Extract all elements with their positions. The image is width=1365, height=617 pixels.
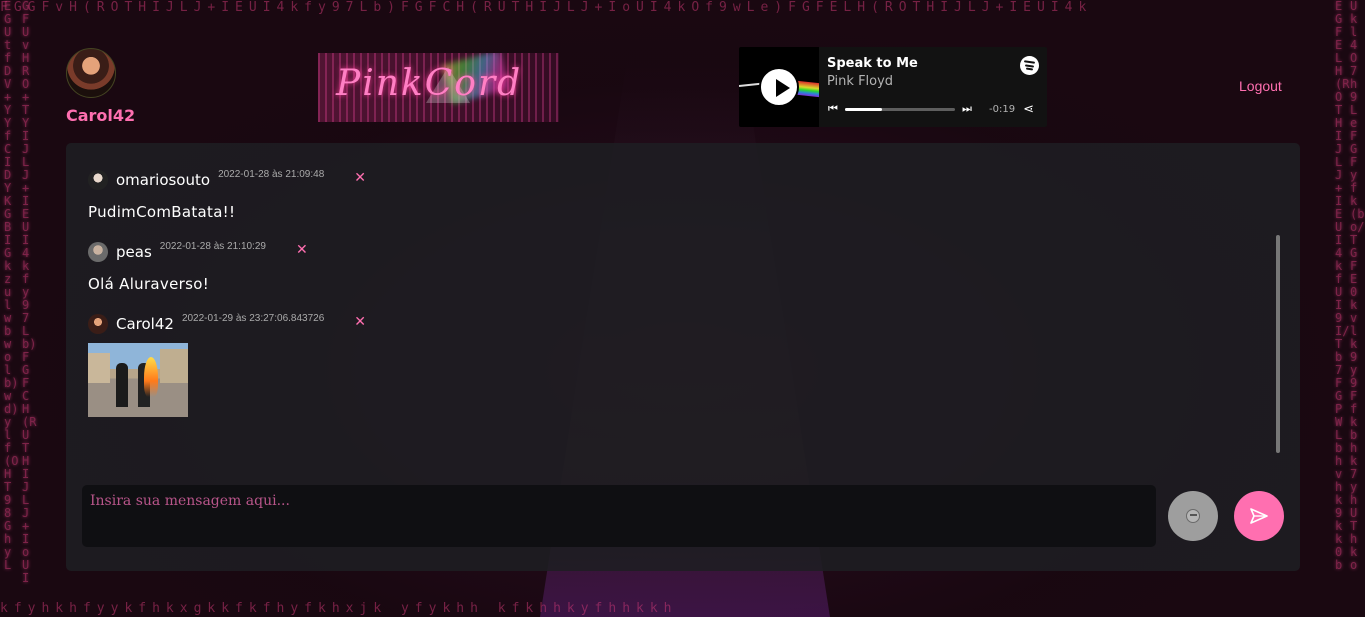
delete-message-icon[interactable]: ✕ (354, 171, 366, 185)
track-title[interactable]: Speak to Me (827, 56, 1039, 71)
spotify-player: Speak to Me Pink Floyd ⏮ ⏭ -0:19 ⋖ (739, 47, 1047, 127)
message-item: peas 2022-01-28 às 21:10:29 ✕ Olá Alurav… (88, 237, 1248, 297)
message-date: 2022-01-28 às 21:10:29 (159, 241, 266, 252)
matrix-rain-row: FGGFvH(ROTHIJLJ+IEUI4kfy97Lb)FGFCH(RUTHI… (0, 0, 1093, 15)
play-icon[interactable] (759, 67, 799, 107)
matrix-rain-column: GFUvHRO+TYIJLJ+IEUI4kfy97Lb)FGFCH(RUTHIJ… (22, 0, 37, 585)
time-remaining: -0:19 (989, 103, 1016, 115)
spotify-icon[interactable] (1020, 56, 1039, 75)
message-date: 2022-01-28 às 21:09:48 (218, 169, 325, 180)
logout-button[interactable]: Logout (1239, 78, 1282, 94)
emoji-icon (1186, 509, 1200, 523)
message-list[interactable]: omariosouto 2022-01-28 às 21:09:48 ✕ Pud… (88, 165, 1248, 429)
sticker-button[interactable] (1168, 491, 1218, 541)
player-controls: ⏮ ⏭ -0:19 ⋖ (827, 102, 1039, 117)
track-artist[interactable]: Pink Floyd (827, 74, 1039, 89)
share-icon[interactable]: ⋖ (1023, 102, 1034, 117)
user-name: Carol42 (66, 106, 136, 125)
message-author: Carol42 (116, 315, 174, 333)
message-date: 2022-01-29 às 23:27:06.843726 (181, 313, 325, 324)
chat-panel: omariosouto 2022-01-28 às 21:09:48 ✕ Pud… (66, 143, 1300, 571)
author-avatar (88, 170, 108, 190)
message-header: Carol42 2022-01-29 às 23:27:06.843726 ✕ (88, 309, 1248, 334)
message-author: omariosouto (116, 171, 211, 189)
next-icon[interactable]: ⏭ (961, 102, 973, 116)
album-art (739, 47, 819, 127)
send-button[interactable] (1234, 491, 1284, 541)
user-avatar[interactable] (66, 48, 116, 98)
message-input[interactable]: Insira sua mensagem aqui... (82, 485, 1156, 547)
send-icon (1250, 508, 1268, 524)
scrollbar[interactable] (1276, 235, 1280, 453)
player-info: Speak to Me Pink Floyd ⏮ ⏭ -0:19 ⋖ (819, 47, 1047, 127)
previous-icon[interactable]: ⏮ (827, 102, 839, 116)
matrix-rain-column: EGFELH(ROTHIJLJ+IEUI4kfUI9I/Tb7FGPWLbhvh… (1335, 0, 1350, 572)
delete-message-icon[interactable]: ✕ (354, 315, 366, 329)
message-text: Olá Aluraverso! (88, 275, 210, 293)
matrix-rain-column: EGUtfDV+YYfCIDYKGBIGkzulwbwolb)wd)ylf(OH… (4, 0, 19, 572)
matrix-rain-column: Ukl4O7h9LeFGFyfk(bo/TGFE0kvlk9y9Ffkbhk7y… (1350, 0, 1365, 572)
progress-fill (845, 107, 883, 111)
message-header: omariosouto 2022-01-28 às 21:09:48 ✕ (88, 165, 1248, 190)
progress-bar[interactable] (845, 107, 955, 111)
logo-text: PinkCord (336, 63, 523, 104)
message-author: peas (116, 243, 152, 261)
matrix-rain-row: kfyhkhfyykfhkxgkkfkfhyfkhxjk yfykhh kfkh… (0, 601, 678, 616)
message-text: PudimComBatata!! (88, 203, 236, 221)
author-avatar (88, 242, 108, 262)
message-header: peas 2022-01-28 às 21:10:29 ✕ (88, 237, 1248, 262)
author-avatar (88, 314, 108, 334)
current-user: Carol42 (66, 48, 156, 125)
message-sticker-image (88, 343, 188, 417)
message-input-placeholder: Insira sua mensagem aqui... (90, 493, 290, 509)
message-item: Carol42 2022-01-29 às 23:27:06.843726 ✕ (88, 309, 1248, 417)
delete-message-icon[interactable]: ✕ (296, 243, 308, 257)
message-item: omariosouto 2022-01-28 às 21:09:48 ✕ Pud… (88, 165, 1248, 225)
app-logo: PinkCord (318, 53, 559, 122)
